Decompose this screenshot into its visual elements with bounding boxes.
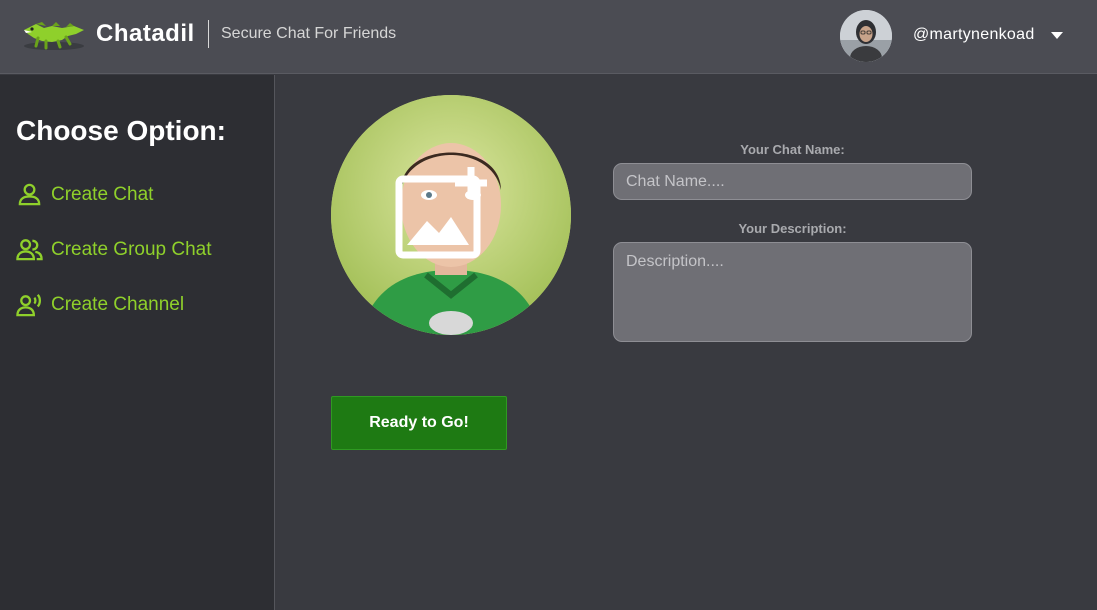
tagline: Secure Chat For Friends <box>221 25 397 42</box>
group-icon <box>16 239 43 261</box>
chat-name-label: Your Chat Name: <box>740 142 845 157</box>
description-input[interactable] <box>613 242 972 342</box>
brand-name[interactable]: Chatadil <box>96 20 195 48</box>
sidebar: Choose Option: Create Chat Create Group … <box>0 75 275 610</box>
sidebar-item-create-group-chat[interactable]: Create Group Chat <box>16 236 212 263</box>
caret-down-icon[interactable] <box>1051 32 1063 39</box>
sidebar-item-create-channel[interactable]: Create Channel <box>16 291 184 318</box>
sidebar-item-label: Create Chat <box>51 183 154 205</box>
brand-divider <box>208 20 209 48</box>
chat-photo-upload[interactable] <box>331 95 571 335</box>
description-label: Your Description: <box>738 221 847 236</box>
top-bar: Chatadil Secure Chat For Friends @martyn… <box>0 0 1097 74</box>
person-icon <box>18 183 41 206</box>
user-avatar[interactable] <box>840 10 892 62</box>
sidebar-title: Choose Option: <box>16 115 226 146</box>
chat-name-input[interactable] <box>613 163 972 200</box>
broadcast-person-icon <box>16 294 42 317</box>
sidebar-item-create-chat[interactable]: Create Chat <box>16 181 153 208</box>
sidebar-item-label: Create Group Chat <box>51 238 212 260</box>
crocodile-logo-icon[interactable] <box>22 16 86 52</box>
main-content: Your Chat Name: Your Description: Ready … <box>276 75 1097 610</box>
ready-to-go-button[interactable]: Ready to Go! <box>331 396 507 450</box>
add-image-icon <box>395 167 487 259</box>
username[interactable]: @martynenkoad <box>913 26 1035 44</box>
sidebar-item-label: Create Channel <box>51 293 185 315</box>
